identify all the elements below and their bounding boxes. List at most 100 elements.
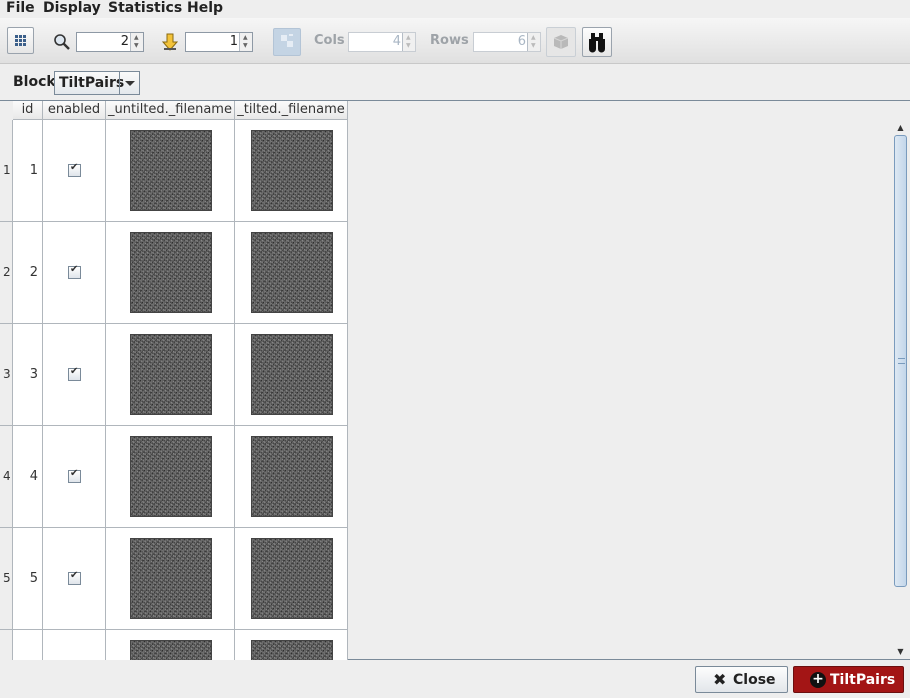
cols-stepper[interactable]: 4 ▲ ▼	[348, 32, 416, 52]
tiltpairs-button[interactable]: + TiltPairs	[793, 666, 904, 693]
table-row[interactable]: 1	[13, 120, 348, 222]
column-header-id[interactable]: id	[13, 101, 43, 120]
close-button-label: Close	[733, 672, 776, 688]
table-row[interactable]: 2	[13, 222, 348, 324]
toolbar: 2 ▲ ▼ 1 ▲ ▼ Cols 4 ▲ ▼ Rows 6 ▲ ▼	[0, 18, 910, 64]
row-header-cell: 1	[0, 120, 12, 222]
cell-tilted-image[interactable]	[235, 426, 348, 528]
row-header-cell: 4	[0, 426, 12, 528]
cols-value[interactable]: 4	[393, 34, 401, 49]
scrollbar-grip	[898, 358, 905, 364]
cell-untilted-image[interactable]	[106, 528, 235, 630]
block-select[interactable]: TiltPairs	[54, 71, 140, 95]
block-select-value[interactable]: TiltPairs	[59, 75, 124, 91]
normalize-icon	[281, 34, 293, 47]
cell-untilted-image[interactable]	[106, 120, 235, 222]
cell-enabled	[43, 324, 106, 426]
rows-value[interactable]: 6	[518, 34, 526, 49]
tilted-thumbnail[interactable]	[251, 640, 333, 660]
goto-value[interactable]: 1	[230, 34, 238, 49]
cell-enabled	[43, 120, 106, 222]
cell-enabled	[43, 630, 106, 660]
plus-circle-icon: +	[810, 672, 826, 688]
untilted-thumbnail[interactable]	[130, 334, 212, 415]
render-3d-button[interactable]	[546, 27, 576, 57]
normalize-button[interactable]	[273, 28, 301, 56]
untilted-thumbnail[interactable]	[130, 130, 212, 211]
table-row[interactable]: 5	[13, 528, 348, 630]
cell-id[interactable]: 1	[13, 120, 43, 222]
rows-stepper-arrows[interactable]: ▲ ▼	[527, 33, 540, 51]
goto-stepper-arrows[interactable]: ▲ ▼	[239, 33, 252, 51]
cell-tilted-image[interactable]	[235, 222, 348, 324]
tilted-thumbnail[interactable]	[251, 130, 333, 211]
zoom-stepper[interactable]: 2 ▲ ▼	[76, 32, 144, 52]
cell-untilted-image[interactable]	[106, 324, 235, 426]
menu-display[interactable]: Display	[43, 0, 101, 17]
cell-id[interactable]: 4	[13, 426, 43, 528]
enabled-checkbox[interactable]	[68, 570, 81, 585]
menu-statistics[interactable]: Statistics	[108, 0, 182, 17]
cell-untilted-image[interactable]	[106, 222, 235, 324]
cell-tilted-image[interactable]	[235, 528, 348, 630]
magnifier-icon	[54, 34, 70, 50]
table-row[interactable]	[13, 630, 348, 660]
goto-down-arrow-icon	[161, 33, 179, 51]
rows-stepper[interactable]: 6 ▲ ▼	[473, 32, 541, 52]
scroll-up-arrow-icon[interactable]: ▲	[893, 121, 908, 135]
grid-view-button[interactable]	[7, 27, 34, 54]
cell-untilted-image[interactable]	[106, 630, 235, 660]
cell-tilted-image[interactable]	[235, 630, 348, 660]
block-selector-row: Block TiltPairs	[0, 66, 910, 100]
close-button[interactable]: ✖ Close	[695, 666, 788, 693]
row-header-cell: 5	[0, 528, 12, 630]
zoom-stepper-arrows[interactable]: ▲ ▼	[130, 33, 143, 51]
chevron-down-icon	[125, 81, 135, 86]
menu-help[interactable]: Help	[187, 0, 223, 17]
cell-id[interactable]: 2	[13, 222, 43, 324]
menu-bar: File Display Statistics Help	[0, 0, 910, 18]
column-header-enabled[interactable]: enabled	[43, 101, 106, 120]
column-header-untilted-filename[interactable]: _untilted._filename	[106, 101, 235, 120]
enabled-checkbox[interactable]	[68, 264, 81, 279]
metadata-table: id enabled _untilted._filename _tilted._…	[13, 101, 348, 660]
menu-file[interactable]: File	[6, 0, 35, 17]
cell-id[interactable]: 3	[13, 324, 43, 426]
scrollbar-thumb[interactable]	[894, 135, 907, 587]
goto-stepper[interactable]: 1 ▲ ▼	[185, 32, 253, 52]
enabled-checkbox[interactable]	[68, 468, 81, 483]
untilted-thumbnail[interactable]	[130, 232, 212, 313]
cell-tilted-image[interactable]	[235, 120, 348, 222]
cols-label: Cols	[314, 33, 345, 48]
enabled-checkbox[interactable]	[68, 366, 81, 381]
zoom-value[interactable]: 2	[121, 34, 129, 49]
row-header: 1 2 3 4 5	[0, 120, 13, 660]
enabled-checkbox[interactable]	[68, 162, 81, 177]
tilted-thumbnail[interactable]	[251, 232, 333, 313]
find-button[interactable]	[582, 27, 612, 57]
cell-tilted-image[interactable]	[235, 324, 348, 426]
cols-stepper-arrows[interactable]: ▲ ▼	[402, 33, 415, 51]
cell-untilted-image[interactable]	[106, 426, 235, 528]
block-select-arrow[interactable]	[119, 72, 139, 94]
untilted-thumbnail[interactable]	[130, 538, 212, 619]
table-row[interactable]: 4	[13, 426, 348, 528]
tilted-thumbnail[interactable]	[251, 538, 333, 619]
vertical-scrollbar[interactable]: ▲ ▼	[893, 121, 908, 659]
table-row[interactable]: 3	[13, 324, 348, 426]
row-header-cell: 2	[0, 222, 12, 324]
block-label: Block	[13, 74, 56, 90]
cell-id[interactable]: 5	[13, 528, 43, 630]
binoculars-icon	[589, 33, 605, 53]
table-scroll-pane: 1 2 3 4 5 id enabled _untilted._filename…	[0, 100, 910, 660]
tiltpairs-button-label: TiltPairs	[830, 672, 896, 688]
scroll-down-arrow-icon[interactable]: ▼	[893, 645, 908, 659]
untilted-thumbnail[interactable]	[130, 436, 212, 517]
close-x-icon: ✖	[713, 670, 727, 689]
tilted-thumbnail[interactable]	[251, 334, 333, 415]
cell-id[interactable]	[13, 630, 43, 660]
tilted-thumbnail[interactable]	[251, 436, 333, 517]
cell-enabled	[43, 426, 106, 528]
untilted-thumbnail[interactable]	[130, 640, 212, 660]
column-header-tilted-filename[interactable]: _tilted._filename	[235, 101, 348, 120]
